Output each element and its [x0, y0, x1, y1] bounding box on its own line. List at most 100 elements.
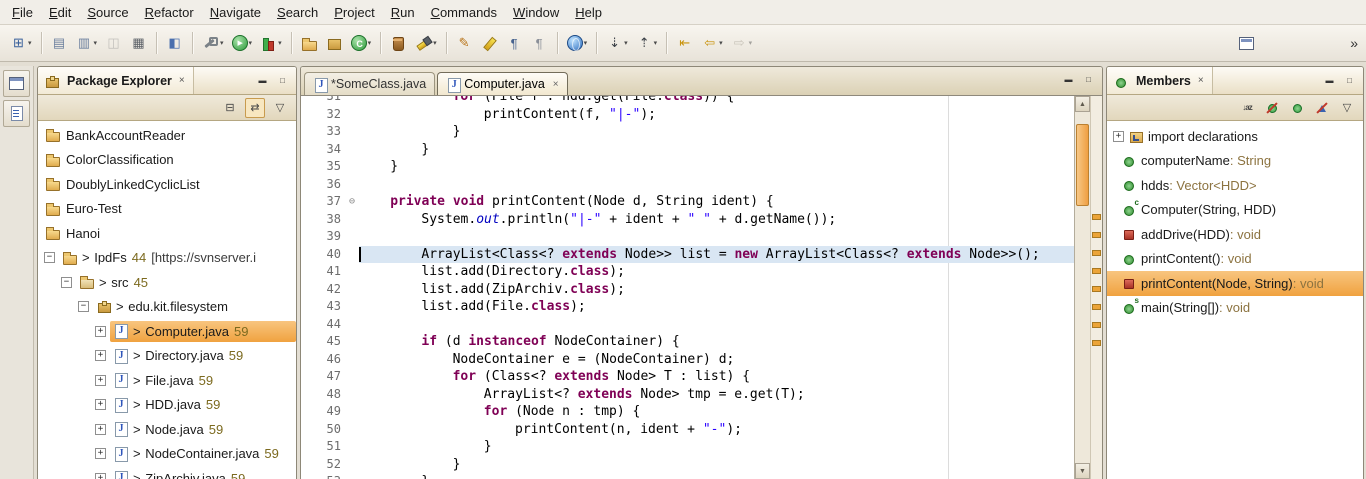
occurrence-marker[interactable]	[1092, 304, 1101, 310]
back-button[interactable]: ⇦▾	[698, 29, 726, 57]
code-line-44[interactable]: 44	[301, 316, 1074, 334]
code-editor[interactable]: 31for (File f : hdd.get(File.class)) {32…	[301, 96, 1074, 479]
dropdown-arrow-icon[interactable]: ▾	[28, 39, 32, 47]
tree-item-node-java[interactable]: +> Node.java59	[38, 417, 296, 442]
code-line-51[interactable]: 51}	[301, 438, 1074, 456]
tree-item-nodecontainer-java[interactable]: +> NodeContainer.java59	[38, 442, 296, 467]
new-class-button[interactable]: ▾	[348, 29, 375, 57]
member-main-string[interactable]: smain(String[]) : void	[1107, 296, 1363, 321]
dropdown-arrow-icon[interactable]: ▾	[433, 39, 437, 47]
tree-item-euro-test[interactable]: Euro-Test	[38, 197, 296, 222]
code-line-40[interactable]: 40ArrayList<Class<? extends Node>> list …	[301, 246, 1074, 264]
package-explorer-tab[interactable]: Package Explorer ×	[38, 67, 194, 94]
code-line-43[interactable]: 43list.add(File.class);	[301, 298, 1074, 316]
occurrence-marker[interactable]	[1092, 214, 1101, 220]
tree-item-hdd-java[interactable]: +> HDD.java59	[38, 393, 296, 418]
dropdown-arrow-icon[interactable]: ▾	[94, 39, 98, 47]
scroll-up-arrow[interactable]: ▲	[1075, 96, 1090, 112]
editor-vertical-scrollbar[interactable]: ▲ ▼	[1074, 96, 1090, 479]
member-computername[interactable]: computerName : String	[1107, 149, 1363, 174]
tree-item-bankaccountreader[interactable]: BankAccountReader	[38, 123, 296, 148]
tree-item-hanoi[interactable]: Hanoi	[38, 221, 296, 246]
highlighter-button[interactable]	[478, 29, 501, 57]
expander-plus-icon[interactable]: +	[95, 350, 106, 361]
show-public-button[interactable]	[1287, 98, 1307, 118]
code-line-34[interactable]: 34}	[301, 141, 1074, 159]
member-printcontent-node-string[interactable]: printContent(Node, String) : void	[1107, 271, 1363, 296]
forward-button[interactable]: ⇨▾	[728, 29, 756, 57]
dropdown-arrow-icon[interactable]: ▾	[278, 39, 282, 47]
occurrence-marker[interactable]	[1092, 340, 1101, 346]
close-view-icon[interactable]: ×	[1196, 75, 1206, 86]
minimize-editor-button[interactable]: ▬	[1061, 73, 1076, 86]
close-tab-icon[interactable]: ×	[553, 79, 559, 90]
member-adddrive-hdd[interactable]: addDrive(HDD) : void	[1107, 222, 1363, 247]
member-computer-string-hdd[interactable]: cComputer(String, HDD)	[1107, 198, 1363, 223]
menu-window[interactable]: Window	[505, 2, 567, 23]
scroll-down-arrow[interactable]: ▼	[1075, 463, 1090, 479]
editor-tab-someclass-java[interactable]: *SomeClass.java	[304, 72, 435, 95]
tree-item-directory-java[interactable]: +> Directory.java59	[38, 344, 296, 369]
overview-ruler[interactable]	[1090, 96, 1102, 479]
jar-export-button[interactable]	[387, 29, 410, 57]
menu-commands[interactable]: Commands	[423, 2, 505, 23]
code-line-45[interactable]: 45if (d instanceof NodeContainer) {	[301, 333, 1074, 351]
minimized-view-button[interactable]	[3, 100, 30, 127]
menu-project[interactable]: Project	[326, 2, 382, 23]
last-edit-button[interactable]: ✎	[453, 29, 476, 57]
menu-navigate[interactable]: Navigate	[202, 2, 269, 23]
occurrence-marker[interactable]	[1092, 268, 1101, 274]
show-whitespace-button[interactable]: ¶	[503, 29, 526, 57]
tree-item-ziparchiv-java[interactable]: +> ZipArchiv.java59	[38, 466, 296, 479]
menu-run[interactable]: Run	[383, 2, 423, 23]
dropdown-arrow-icon[interactable]: ▾	[749, 39, 753, 47]
expander-plus-icon[interactable]: +	[95, 473, 106, 479]
menu-source[interactable]: Source	[79, 2, 136, 23]
occurrence-marker[interactable]	[1092, 250, 1101, 256]
run-button[interactable]: ▾	[229, 29, 256, 57]
new-java-project-button[interactable]	[298, 29, 321, 57]
scrollbar-thumb[interactable]	[1076, 124, 1089, 206]
save-button[interactable]: ◫	[102, 29, 125, 57]
sort-button[interactable]: ↓az	[1237, 98, 1257, 118]
tree-item-edu-kit-filesystem[interactable]: −> edu.kit.filesystem	[38, 295, 296, 320]
member-import-declarations[interactable]: +import declarations	[1107, 124, 1363, 149]
view-menu-button[interactable]: ▽	[270, 98, 290, 118]
block-selection-button[interactable]: ¶	[528, 29, 551, 57]
dropdown-arrow-icon[interactable]: ▾	[220, 39, 224, 47]
maximize-view-button[interactable]: □	[275, 74, 290, 87]
dropdown-arrow-icon[interactable]: ▾	[368, 39, 372, 47]
code-line-35[interactable]: 35}	[301, 158, 1074, 176]
tree-item-ipdfs[interactable]: −> IpdFs44[https://svnserver.i	[38, 246, 296, 271]
expander-plus-icon[interactable]: +	[95, 375, 106, 386]
close-view-icon[interactable]: ×	[177, 75, 187, 86]
search-button[interactable]: ▾	[412, 29, 440, 57]
occurrence-marker[interactable]	[1092, 322, 1101, 328]
restore-views-button[interactable]	[3, 70, 30, 97]
code-line-37[interactable]: 37⊖private void printContent(Node d, Str…	[301, 193, 1074, 211]
new-wizard-button[interactable]: ⊞▾	[7, 29, 35, 57]
web-browser-button[interactable]: ▾	[564, 29, 591, 57]
print-button[interactable]: ▦	[127, 29, 150, 57]
expander-minus-icon[interactable]: −	[44, 252, 55, 263]
open-file-button[interactable]: ▥▾	[73, 29, 101, 57]
code-line-39[interactable]: 39	[301, 228, 1074, 246]
breakpoints-button[interactable]: ◧	[163, 29, 186, 57]
expander-plus-icon[interactable]: +	[95, 448, 106, 459]
expander-minus-icon[interactable]: −	[61, 277, 72, 288]
fold-collapse-icon[interactable]: ⊖	[345, 193, 359, 211]
link-with-editor-button[interactable]: ⇄	[245, 98, 265, 118]
minimize-view-button[interactable]: ▬	[255, 74, 270, 87]
code-line-47[interactable]: 47for (Class<? extends Node> T : list) {	[301, 368, 1074, 386]
code-line-31[interactable]: 31for (File f : hdd.get(File.class)) {	[301, 96, 1074, 106]
new-package-button[interactable]	[323, 29, 346, 57]
menu-refactor[interactable]: Refactor	[137, 2, 202, 23]
code-line-53[interactable]: 53}	[301, 473, 1074, 479]
maximize-view-button[interactable]: □	[1342, 74, 1357, 87]
toolbar-overflow-chevron[interactable]: »	[1348, 35, 1360, 51]
next-annotation-button[interactable]: ⇣▾	[603, 29, 631, 57]
code-line-41[interactable]: 41list.add(Directory.class);	[301, 263, 1074, 281]
expander-plus-icon[interactable]: +	[95, 326, 106, 337]
view-menu-button[interactable]: ▽	[1337, 98, 1357, 118]
coverage-button[interactable]: ▾	[257, 29, 285, 57]
